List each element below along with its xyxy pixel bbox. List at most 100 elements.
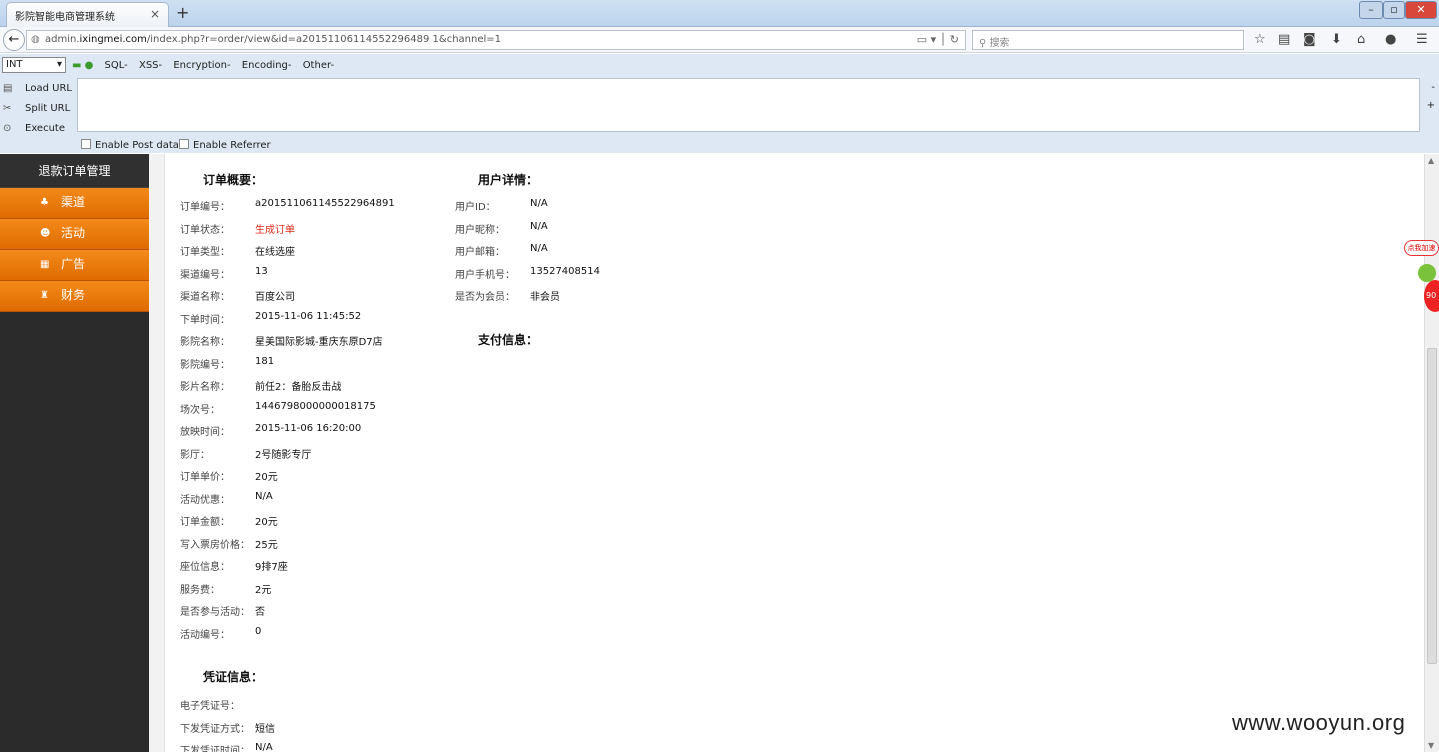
hackbar-url-textarea[interactable]: [77, 78, 1420, 132]
scroll-up-icon[interactable]: ▲: [1428, 156, 1434, 165]
plus-icon[interactable]: ▬ ●: [72, 60, 93, 71]
info-label: 放映时间：: [180, 427, 230, 438]
info-row: 放映时间： 2015-11-06 16:20:00: [180, 423, 440, 438]
menu-encryption[interactable]: Encryption-: [173, 60, 230, 71]
info-label: 影厅：: [180, 449, 210, 461]
menu-other[interactable]: Other-: [303, 60, 334, 71]
select-value: INT: [6, 59, 23, 70]
tab-title: 影院智能电商管理系统: [15, 12, 115, 23]
load-url-button[interactable]: ▤ Load URL: [0, 80, 72, 100]
browser-tab[interactable]: 影院智能电商管理系统 ×: [6, 2, 169, 27]
enable-referrer-checkbox[interactable]: Enable Referrer: [179, 139, 271, 151]
watermark: www.wooyun.org: [1232, 710, 1406, 735]
info-label: 订单单价：: [180, 472, 230, 483]
scroll-thumb[interactable]: [1427, 348, 1437, 664]
menu-sql[interactable]: SQL-: [105, 60, 128, 71]
info-value: 2015-11-06 16:20:00: [255, 423, 362, 434]
menu-encoding[interactable]: Encoding-: [242, 60, 292, 71]
enable-post-checkbox[interactable]: Enable Post data: [81, 139, 179, 151]
chevron-down-icon: ▾: [56, 59, 62, 70]
bookmark-star-icon[interactable]: ☆: [1254, 32, 1266, 47]
hackbar-type-select[interactable]: INT ▾: [2, 57, 66, 73]
sidebar-item-label: 渠道: [61, 195, 86, 209]
play-icon: ⊙: [3, 123, 12, 134]
info-row: 用户昵称： N/A: [455, 221, 715, 236]
sidebar-header[interactable]: 退款订单管理: [0, 154, 149, 188]
info-row: 下发凭证时间： N/A: [180, 742, 440, 752]
speedup-widget[interactable]: 点我加速 90: [1402, 240, 1439, 320]
sidebar-item-channel[interactable]: ♣ 渠道: [0, 188, 149, 219]
info-label: 用户昵称：: [455, 224, 505, 236]
info-label: 场次号：: [180, 404, 220, 416]
menu-xss[interactable]: XSS-: [139, 60, 162, 71]
hackbar-minus-icon[interactable]: -: [1431, 82, 1435, 93]
hackbar-plus-icon[interactable]: +: [1427, 100, 1435, 111]
split-url-button[interactable]: ✂ Split URL: [0, 100, 72, 120]
info-value: N/A: [530, 243, 548, 254]
load-url-label: Load URL: [25, 83, 73, 94]
info-row: 下单时间： 2015-11-06 11:45:52: [180, 311, 440, 326]
info-row: 影院编号： 181: [180, 356, 440, 371]
info-label: 订单金额：: [180, 517, 230, 528]
info-row: 渠道编号： 13: [180, 266, 440, 281]
info-label: 影院编号：: [180, 359, 230, 371]
info-label: 影片名称：: [180, 382, 230, 393]
scissors-icon: ✂: [3, 103, 12, 114]
search-icon: ⚲: [979, 38, 990, 49]
info-label: 订单类型：: [180, 247, 230, 258]
enable-post-label: Enable Post data: [95, 140, 179, 151]
search-input[interactable]: ⚲ 搜索: [972, 30, 1244, 50]
execute-label: Execute: [25, 123, 65, 134]
info-label: 是否为会员：: [455, 292, 515, 303]
split-url-label: Split URL: [25, 103, 71, 114]
close-window-button[interactable]: ✕: [1405, 1, 1437, 19]
info-value: 生成订单: [255, 224, 295, 236]
info-row: 订单金额： 20元: [180, 513, 440, 528]
ad-icon: ▦: [40, 259, 50, 270]
info-value: N/A: [255, 742, 273, 752]
info-row: 影片名称： 前任2：备胎反击战: [180, 378, 440, 393]
url-bar[interactable]: ◍ admin.ixingmei.com/index.php?r=order/v…: [26, 30, 966, 50]
info-label: 订单编号：: [180, 202, 230, 213]
new-tab-button[interactable]: +: [176, 3, 189, 22]
info-label: 渠道名称：: [180, 292, 230, 303]
chat-icon[interactable]: ●: [1385, 32, 1396, 47]
info-row: 订单类型： 在线选座: [180, 243, 440, 258]
info-label: 用户邮箱：: [455, 247, 505, 258]
sidebar-item-ad[interactable]: ▦ 广告: [0, 250, 149, 281]
back-button[interactable]: ←: [3, 29, 25, 51]
sidebar: 退款订单管理 ♣ 渠道 ☻ 活动 ▦ 广告 ♜ 财务: [0, 154, 149, 752]
pocket-icon[interactable]: ◙: [1303, 32, 1316, 47]
minimize-button[interactable]: –: [1359, 1, 1383, 19]
info-value: N/A: [255, 490, 273, 502]
info-value: 百度公司: [255, 292, 295, 303]
info-value: a201511061145522964891: [255, 198, 395, 209]
info-label: 服务费：: [180, 584, 220, 596]
info-label: 座位信息：: [180, 562, 230, 573]
reading-list-icon[interactable]: ▤: [1278, 32, 1290, 47]
info-row: 是否为会员： 非会员: [455, 288, 715, 303]
sidebar-item-finance[interactable]: ♜ 财务: [0, 281, 149, 312]
search-placeholder: 搜索: [989, 38, 1010, 49]
navigation-bar: ← ◍ admin.ixingmei.com/index.php?r=order…: [0, 27, 1439, 53]
execute-button[interactable]: ⊙ Execute: [0, 120, 72, 140]
menu-icon[interactable]: ☰: [1416, 32, 1428, 47]
info-label: 活动优惠：: [180, 494, 230, 506]
info-row: 电子凭证号：: [180, 697, 440, 712]
scroll-down-icon[interactable]: ▼: [1428, 741, 1434, 750]
info-label: 活动编号：: [180, 629, 230, 641]
info-row: 用户ID： N/A: [455, 198, 715, 213]
info-value: 星美国际影城-重庆东原D7店: [255, 337, 383, 348]
sidebar-item-activity[interactable]: ☻ 活动: [0, 219, 149, 250]
info-value: 短信: [255, 723, 275, 735]
reload-icon[interactable]: ▭ ▾ │ ↻: [917, 33, 959, 46]
home-icon[interactable]: ⌂: [1357, 32, 1365, 47]
url-domain: ixingmei.com: [79, 34, 147, 45]
user-details-title: 用户详情：: [478, 173, 539, 187]
tab-close-icon[interactable]: ×: [150, 7, 160, 21]
info-value: 9排7座: [255, 562, 288, 573]
sidebar-item-label: 财务: [61, 288, 86, 302]
maximize-button[interactable]: ▫: [1383, 1, 1405, 19]
download-icon[interactable]: ⬇: [1331, 32, 1342, 47]
info-row: 场次号： 1446798000000018175: [180, 401, 440, 416]
